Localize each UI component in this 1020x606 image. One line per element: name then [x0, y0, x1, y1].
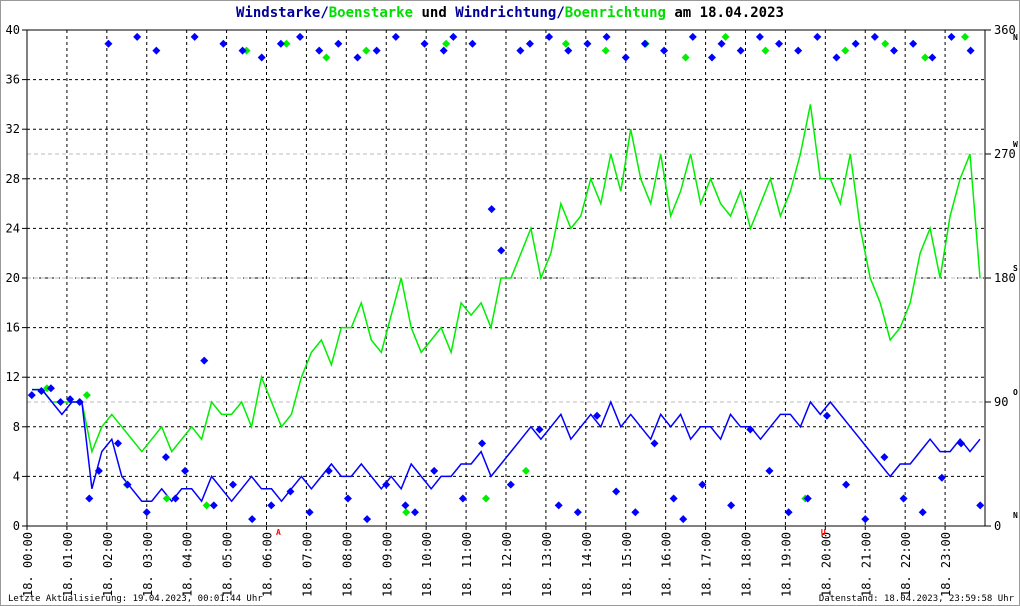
y-left-tick-label: 20: [6, 271, 20, 285]
title-wind: Windstarke: [236, 5, 320, 21]
x-tick-label: 18. 11:00: [460, 532, 474, 597]
x-tick-label: 18. 07:00: [300, 532, 314, 597]
sun-marker: A: [276, 528, 281, 537]
x-tick-label: 18. 05:00: [221, 532, 235, 597]
x-tick-label: 18. 15:00: [620, 532, 634, 597]
x-tick-label: 18. 08:00: [340, 532, 354, 597]
title-sep: /: [556, 5, 564, 21]
sun-marker: U: [821, 528, 826, 537]
x-tick-label: 18. 03:00: [141, 532, 155, 597]
y-right-tick-label: 270: [994, 147, 1016, 161]
x-tick-label: 18. 21:00: [859, 532, 873, 597]
y-right-tick-label: 0: [994, 519, 1001, 533]
x-tick-label: 18. 06:00: [261, 532, 275, 597]
y-right-tick-label: 180: [994, 271, 1016, 285]
y-left-tick-label: 28: [6, 172, 20, 186]
x-tick-label: 18. 02:00: [101, 532, 115, 597]
x-tick-label: 18. 23:00: [939, 532, 953, 597]
x-tick-label: 18. 13:00: [540, 532, 554, 597]
y-left-tick-label: 0: [13, 519, 20, 533]
title-gust: Boenstarke: [329, 5, 413, 21]
title-sep: /: [320, 5, 328, 21]
y-left-tick-label: 32: [6, 122, 20, 136]
wind-chart: Windstarke/Boenstarke und Windrichtung/B…: [0, 0, 1020, 606]
y-left-tick-label: 4: [13, 469, 20, 483]
x-tick-label: 18. 04:00: [181, 532, 195, 597]
compass-label: N: [1013, 33, 1018, 42]
data-status-text: Datenstand: 18.04.2023, 23:59:58 Uhr: [819, 594, 1015, 604]
chart-title: Windstarke/Boenstarke und Windrichtung/B…: [236, 5, 784, 21]
x-tick-label: 18. 01:00: [61, 532, 75, 597]
title-direction: Windrichtung: [455, 5, 556, 21]
title-gust-direction: Boenrichtung: [565, 5, 666, 21]
last-update-text: Letzte Aktualisierung: 19.04.2023, 00:01…: [8, 594, 263, 604]
x-tick-label: 18. 12:00: [500, 532, 514, 597]
y-left-tick-label: 36: [6, 73, 20, 87]
title-and: und: [413, 5, 455, 21]
compass-label: N: [1013, 511, 1018, 520]
x-tick-label: 18. 10:00: [420, 532, 434, 597]
x-tick-label: 18. 20:00: [819, 532, 833, 597]
compass-label: O: [1013, 388, 1018, 397]
chart-image: Windstarke/Boenstarke und Windrichtung/B…: [0, 0, 1020, 606]
y-left-tick-label: 16: [6, 321, 20, 335]
x-tick-label: 18. 22:00: [899, 532, 913, 597]
y-left-tick-label: 8: [13, 420, 20, 434]
y-left-tick-label: 24: [6, 221, 20, 235]
title-date: am 18.04.2023: [666, 5, 784, 21]
x-tick-label: 18. 17:00: [700, 532, 714, 597]
compass-label: W: [1013, 140, 1018, 149]
x-tick-label: 18. 14:00: [580, 532, 594, 597]
x-tick-label: 18. 16:00: [660, 532, 674, 597]
compass-label: S: [1013, 264, 1018, 273]
y-left-tick-label: 40: [6, 23, 20, 37]
frame: [0, 0, 1020, 606]
x-tick-label: 18. 19:00: [779, 532, 793, 597]
x-tick-label: 18. 18:00: [740, 532, 754, 597]
x-tick-label: 18. 09:00: [380, 532, 394, 597]
y-left-tick-label: 12: [6, 370, 20, 384]
x-tick-label: 18. 00:00: [21, 532, 35, 597]
y-right-tick-label: 90: [994, 395, 1008, 409]
